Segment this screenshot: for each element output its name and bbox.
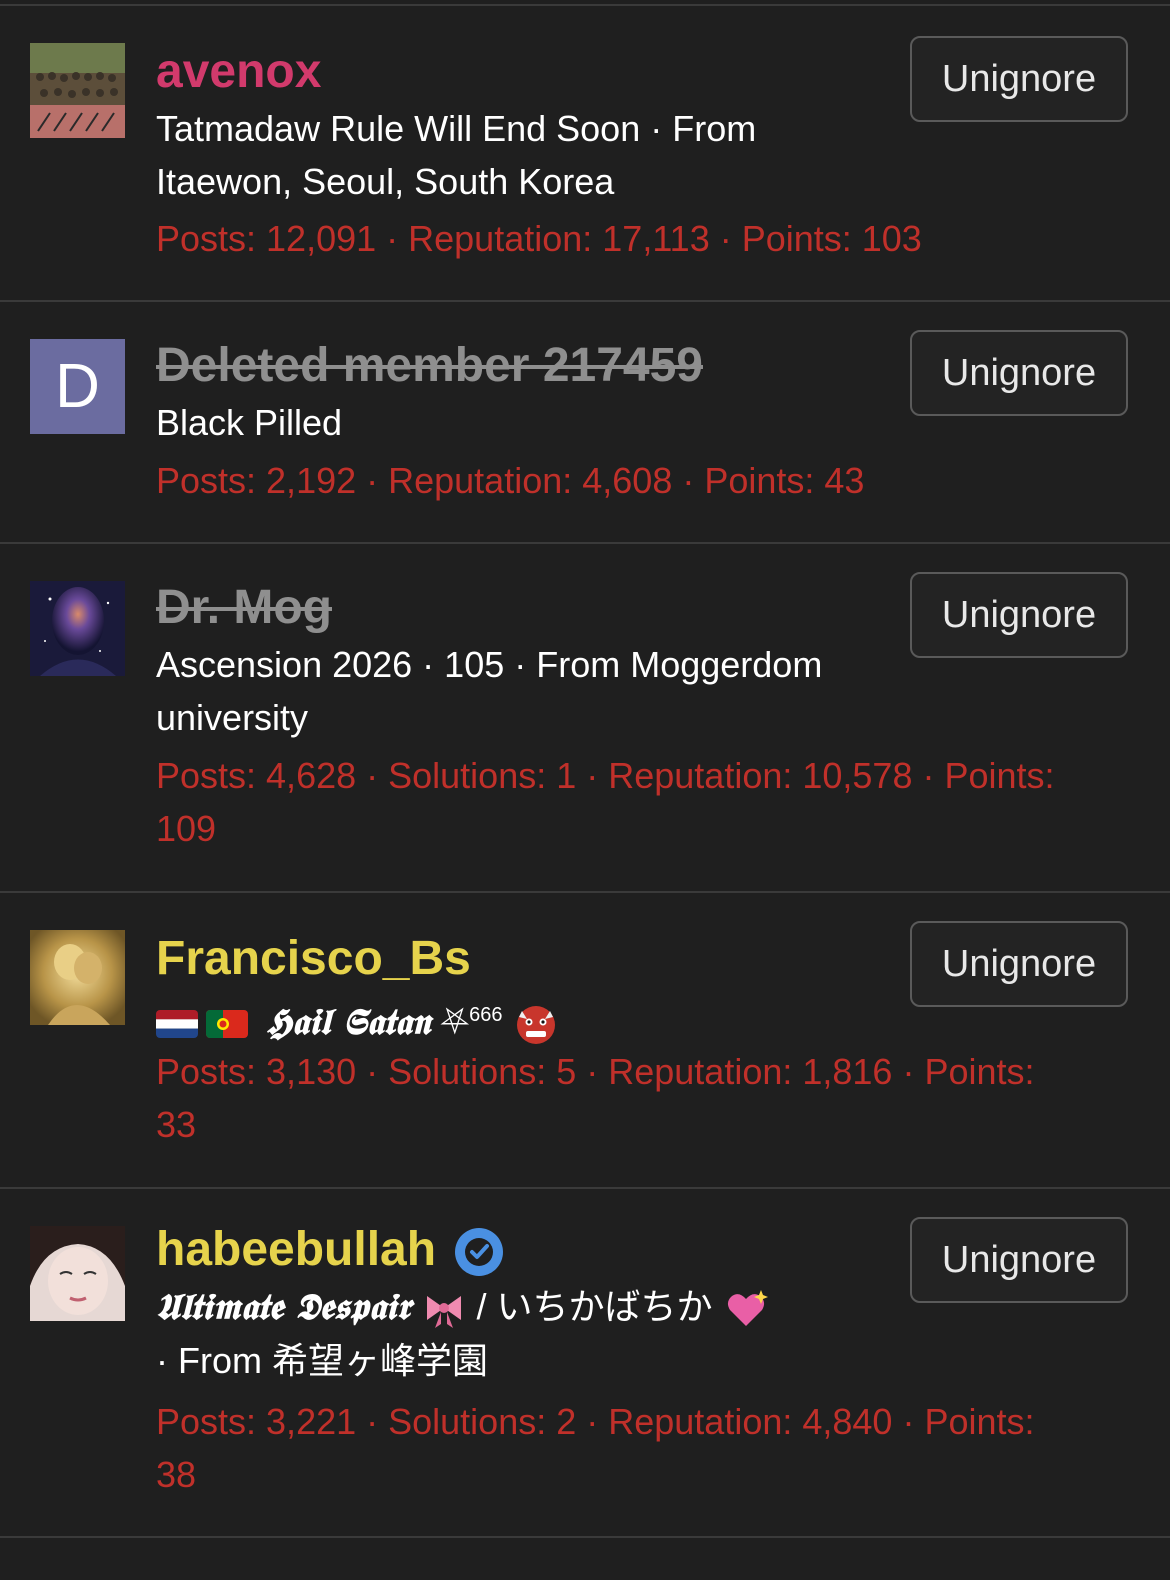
user-title: 𝕳𝖆𝖎𝖑 𝕾𝖆𝖙𝖆𝖓 ⛧666 [156, 989, 896, 1049]
username[interactable]: Dr. Mog [156, 578, 896, 638]
pentagram-icon: ⛧ [440, 1001, 470, 1042]
unignore-button[interactable]: Unignore [910, 330, 1128, 416]
user-location: · From 希望ヶ峰学園 [156, 1340, 488, 1381]
title-superscript: 666 [469, 1004, 503, 1026]
avatar-letter: D [30, 339, 125, 434]
member-stats: Posts: 12,091 · Reputation: 17,113 · Poi… [156, 218, 922, 259]
user-title: Ascension 2026 · 105 · From Moggerdom [156, 644, 823, 685]
avatar[interactable] [30, 930, 125, 1025]
unignore-button[interactable]: Unignore [910, 1217, 1128, 1303]
member-stats-line2: 38 [156, 1454, 197, 1495]
user-title: Tatmadaw Rule Will End Soon · From [156, 108, 757, 149]
title-text: 𝕳𝖆𝖎𝖑 𝕾𝖆𝖙𝖆𝖓 [266, 1001, 431, 1043]
unignore-button[interactable]: Unignore [910, 36, 1128, 122]
member-row-drmog: Dr. Mog Ascension 2026 · 105 · From Mogg… [0, 544, 1170, 893]
username[interactable]: Francisco_Bs [156, 929, 896, 989]
user-title: 𝖀𝖑𝖙𝖎𝖒𝖆𝖙𝖊 𝕯𝖊𝖘𝖕𝖆𝖎𝖗 / いちかばちか [156, 1280, 896, 1334]
member-row-deleted: D Deleted member 217459 Black Pilled Pos… [0, 302, 1170, 544]
golden-statue-avatar-icon [30, 930, 125, 1025]
username[interactable]: avenox [156, 42, 896, 102]
member-stats-line1: Posts: 3,221 · Solutions: 2 · Reputation… [156, 1401, 1035, 1442]
anime-girl-avatar-icon [30, 1226, 125, 1321]
username[interactable]: Deleted member 217459 [156, 336, 896, 396]
verified-badge-icon [454, 1227, 504, 1277]
user-title: Black Pilled [156, 402, 343, 443]
portugal-flag-icon [206, 1010, 248, 1039]
member-row-avenox: avenox Tatmadaw Rule Will End Soon · Fro… [0, 6, 1170, 302]
user-location: Itaewon, Seoul, South Korea [156, 161, 615, 202]
username-row: habeebullah [156, 1220, 896, 1280]
member-row-francisco: Francisco_Bs 𝕳𝖆𝖎𝖑 𝕾𝖆𝖙𝖆𝖓 ⛧666 Posts: 3,13… [0, 893, 1170, 1189]
username[interactable]: habeebullah [156, 1223, 436, 1276]
title-text: 𝖀𝖑𝖙𝖎𝖒𝖆𝖙𝖊 𝕯𝖊𝖘𝖕𝖆𝖎𝖗 [156, 1286, 411, 1328]
title-japanese: / いちかばちか [466, 1286, 723, 1327]
user-location: university [156, 697, 309, 738]
member-stats: Posts: 2,192 · Reputation: 4,608 · Point… [156, 460, 865, 501]
galaxy-face-avatar-icon [30, 581, 125, 676]
member-stats: Posts: 3,130 · Solutions: 5 · Reputation… [156, 1045, 1126, 1151]
member-stats-line2: 33 [156, 1104, 197, 1145]
member-row-habeebullah: habeebullah 𝖀𝖑𝖙𝖎𝖒𝖆𝖙𝖊 𝕯𝖊𝖘𝖕𝖆𝖎𝖗 / いちかばちか · … [0, 1189, 1170, 1538]
sparkling-heart-icon [723, 1286, 769, 1332]
member-stats-line1: Posts: 3,130 · Solutions: 5 · Reputation… [156, 1051, 1035, 1092]
avatar[interactable] [30, 581, 125, 676]
unignore-button[interactable]: Unignore [910, 921, 1128, 1007]
member-stats-line2: 109 [156, 808, 217, 849]
ogre-icon [513, 1001, 559, 1047]
member-stats-line1: Posts: 4,628 · Solutions: 1 · Reputation… [156, 755, 1055, 796]
ribbon-icon [421, 1286, 467, 1332]
member-stats: Posts: 4,628 · Solutions: 1 · Reputation… [156, 749, 1126, 855]
member-info: Francisco_Bs 𝕳𝖆𝖎𝖑 𝕾𝖆𝖙𝖆𝖓 ⛧666 [156, 929, 896, 1049]
member-info: Dr. Mog Ascension 2026 · 105 · From Mogg… [156, 578, 896, 744]
member-info: avenox Tatmadaw Rule Will End Soon · Fro… [156, 42, 896, 208]
unignore-button[interactable]: Unignore [910, 572, 1128, 658]
avatar[interactable] [30, 1226, 125, 1321]
member-info: habeebullah 𝖀𝖑𝖙𝖎𝖒𝖆𝖙𝖊 𝕯𝖊𝖘𝖕𝖆𝖎𝖗 / いちかばちか · … [156, 1220, 896, 1387]
avatar[interactable] [30, 43, 125, 138]
netherlands-flag-icon [156, 1010, 198, 1039]
member-stats: Posts: 3,221 · Solutions: 2 · Reputation… [156, 1395, 1126, 1501]
avatar[interactable]: D [30, 339, 125, 434]
member-info: Deleted member 217459 Black Pilled [156, 336, 896, 449]
group-photo-avatar-icon [30, 43, 125, 138]
